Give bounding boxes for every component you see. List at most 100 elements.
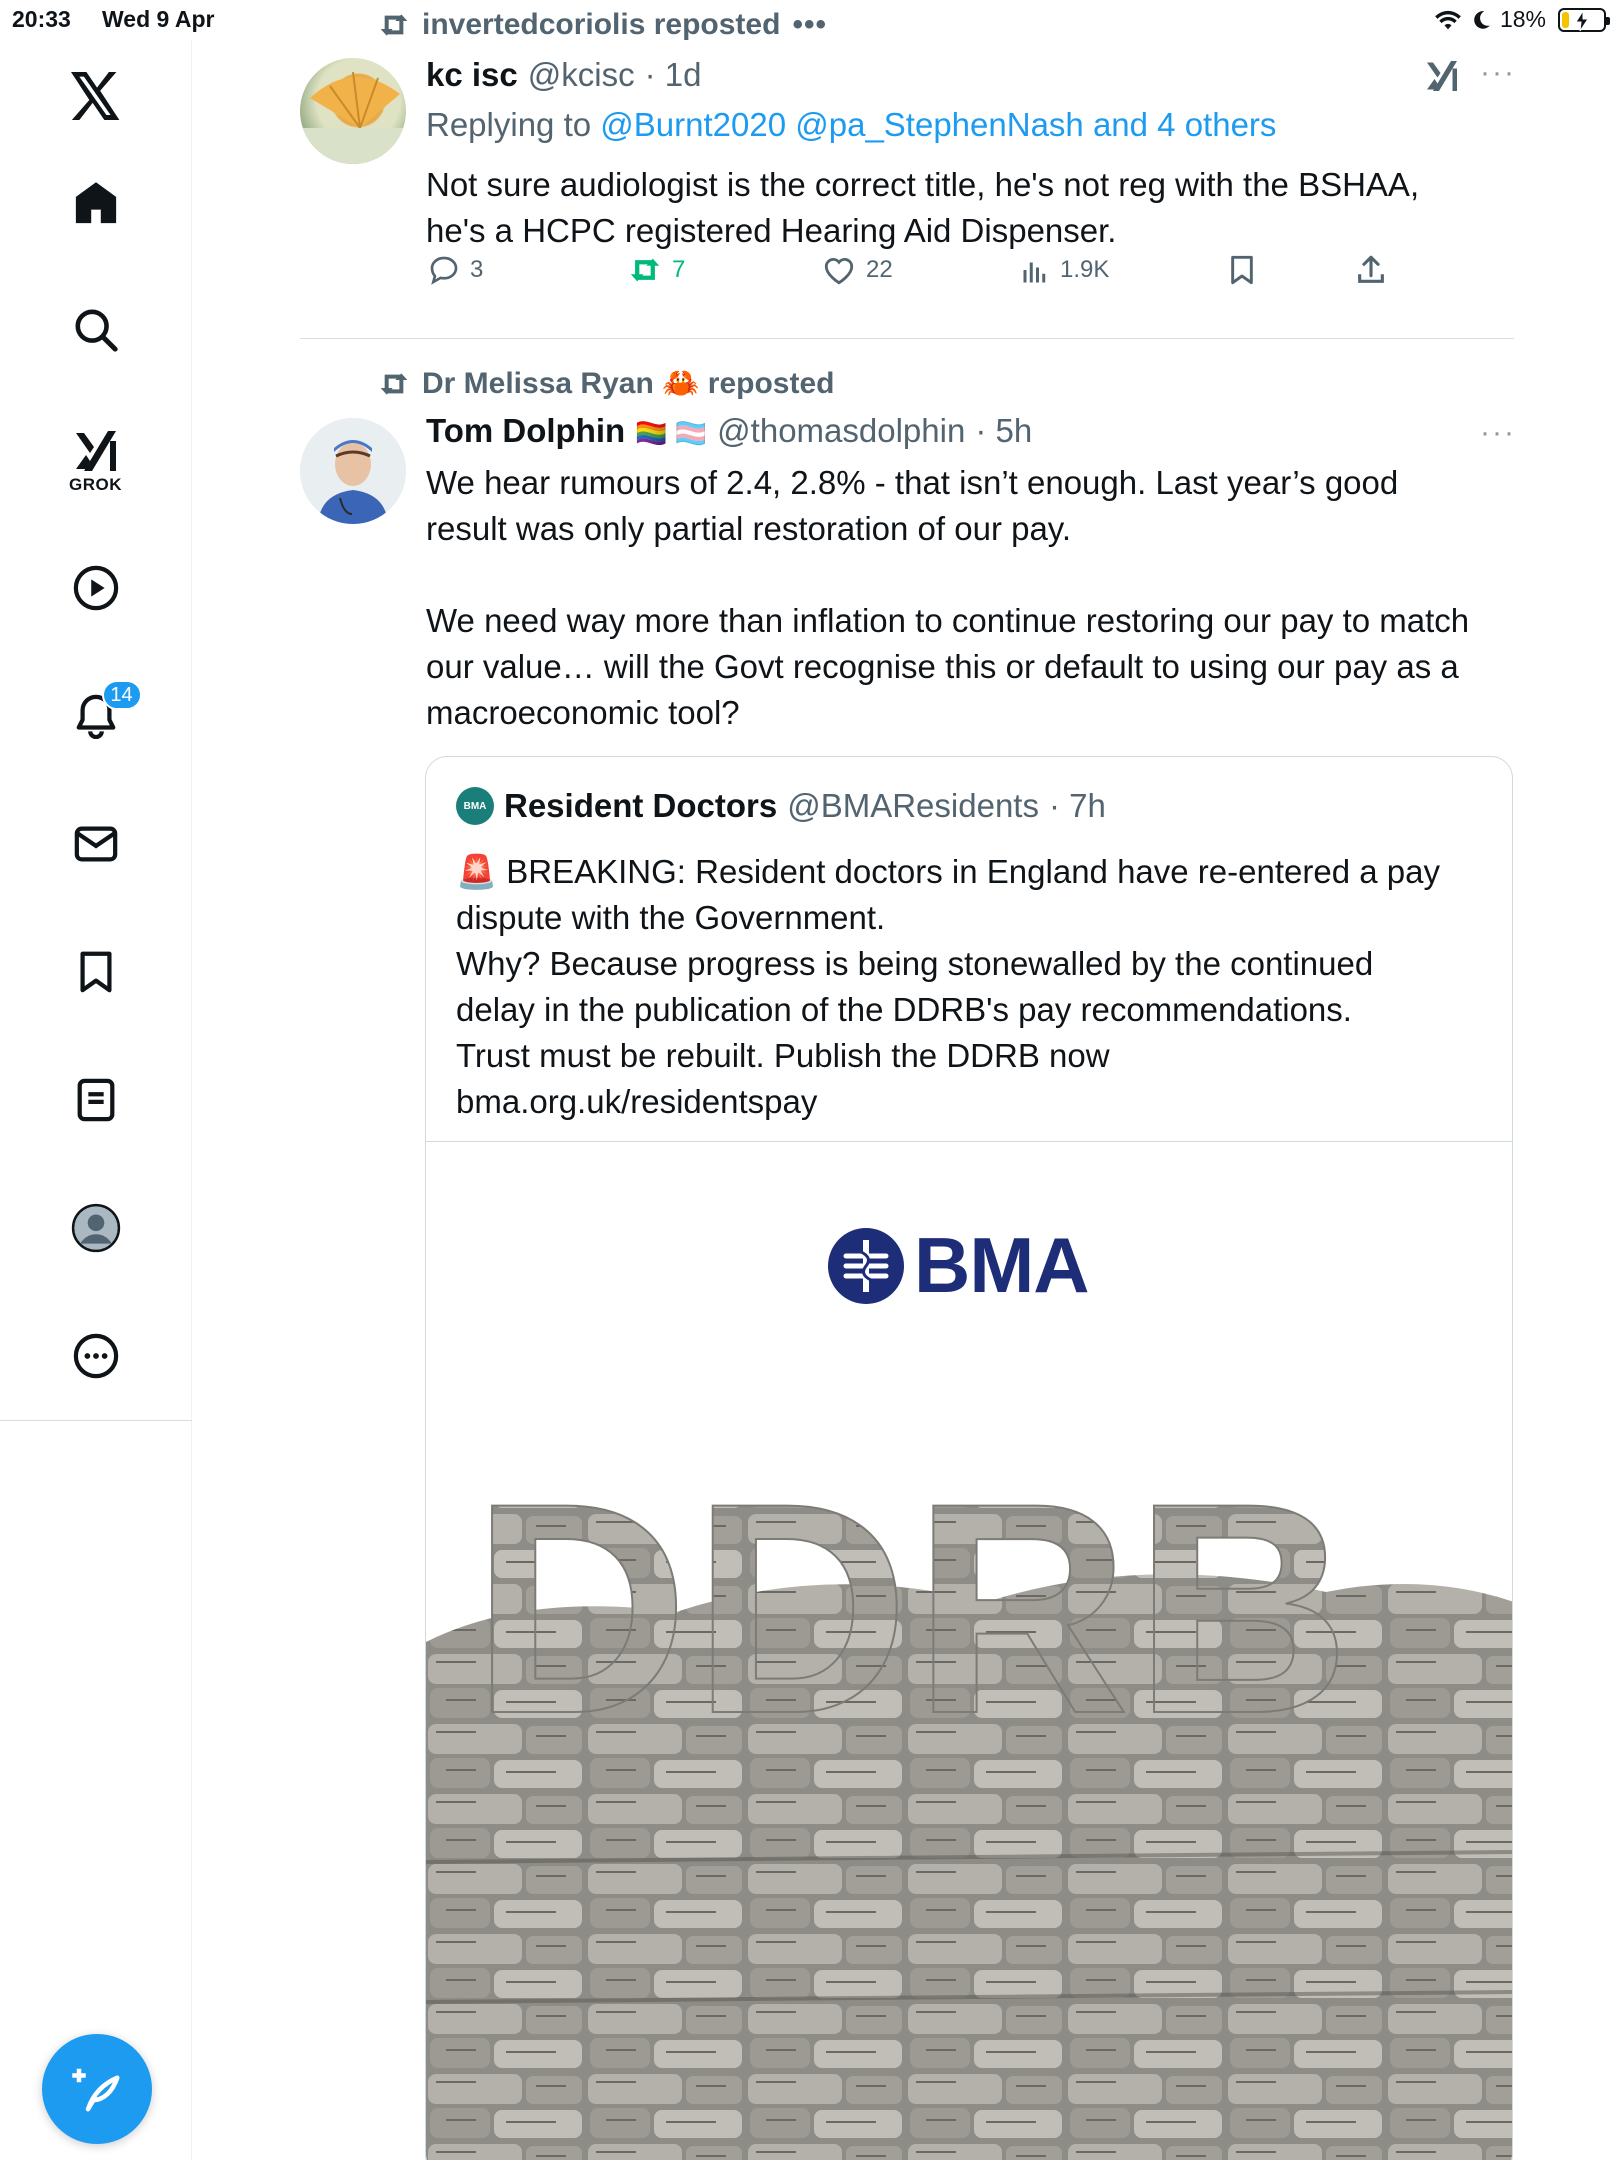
search-icon [74,309,118,352]
bookmark-icon [1231,255,1253,285]
repost-more-dots: ••• [792,8,827,41]
status-time: 20:33 [12,6,71,32]
avatar[interactable] [300,58,406,164]
repost-indicator: invertedcoriolis reposted ••• [378,8,827,42]
compose-button[interactable] [42,2034,152,2144]
sidebar-item-explore[interactable] [56,290,136,370]
quoted-text-line: Why? Because progress is being stonewall… [456,945,1374,982]
reply-count: 3 [470,256,484,283]
sidebar-item-grok[interactable]: GROK [56,422,136,502]
tweet-header: kc isc @kcisc · 1d [426,56,701,94]
repost-by-text[interactable]: invertedcoriolis reposted [422,8,780,42]
profile-icon [71,1203,120,1253]
reply-mentions[interactable]: @Burnt2020 @pa_StephenNash and 4 others [600,106,1276,143]
more-options-button[interactable]: ··· [1480,56,1516,90]
tweet-text: Not sure audiologist is the correct titl… [426,162,1506,254]
repost-icon [380,14,408,36]
quoted-text-line: delay in the publication of the DDRB's p… [456,991,1352,1028]
like-button[interactable]: 22 [822,254,893,286]
grok-label: GROK [69,475,122,494]
quoted-tweet-text: 🚨 BREAKING: Resident doctors in England … [456,849,1486,1125]
timestamp[interactable]: · 1d [645,56,702,94]
tweet-text: We hear rumours of 2.4, 2.8% - that isn’… [426,460,1516,736]
bma-emblem-icon [828,1227,904,1304]
reply-prefix: Replying to [426,106,592,143]
sidebar-divider [0,1420,192,1421]
avatar[interactable] [300,418,406,524]
repost-icon [630,258,660,282]
quoted-text-line: Trust must be rebuilt. Publish the DDRB … [456,1037,1110,1074]
repost-button[interactable]: 7 [628,255,685,285]
tweet-text-line: Not sure audiologist is the correct titl… [426,166,1420,203]
timestamp[interactable]: · 5h [975,412,1032,450]
bookmark-icon [79,951,112,993]
timeline: invertedcoriolis reposted ••• kc isc @kc… [192,0,1620,2160]
tweet-text-line: We need way more than inflation to conti… [426,602,1470,639]
tweet-divider [300,338,1514,339]
sidebar-item-lists[interactable] [56,1060,136,1140]
tweet-text-line: macroeconomic tool? [426,694,740,731]
name-flags: 🏳️‍🌈 🏳️‍⚧️ [635,418,708,448]
grok-tweet-button[interactable] [1424,58,1460,99]
mail-icon [74,826,117,862]
tweet-text-blank-line [426,552,1516,598]
views-chart-icon [1023,262,1046,283]
handle[interactable]: @kcisc [528,56,635,94]
sidebar-item-x-logo[interactable] [56,56,136,136]
repost-indicator: Dr Melissa Ryan 🦀 reposted [378,366,835,401]
quoted-text-line[interactable]: bma.org.uk/residentspay [456,1079,1486,1125]
bma-logo: BMA [826,1220,1090,1311]
display-name[interactable]: kc isc [426,56,518,94]
sidebar-item-more[interactable] [56,1316,136,1396]
sidebar-item-bookmarks[interactable] [56,932,136,1012]
display-name[interactable]: Tom Dolphin [426,412,625,450]
bookmark-button[interactable] [1226,253,1258,287]
sidebar-item-messages[interactable] [56,804,136,884]
handle[interactable]: @thomasdolphin [717,412,965,450]
repost-count: 7 [672,256,686,283]
compose-feather-icon [72,2068,120,2112]
quoted-text-line: dispute with the Government. [456,899,886,936]
quoted-timestamp[interactable]: · 7h [1049,787,1106,825]
repost-icon [380,372,408,395]
tweet-text-line: our value… will the Govt recognise this … [426,648,1459,685]
view-count: 1.9K [1060,256,1110,283]
reply-icon [430,256,458,285]
quoted-text-line: 🚨 BREAKING: Resident doctors in England … [456,853,1440,890]
tweet-text-line: result was only partial restoration of o… [426,510,1072,547]
sidebar-item-home[interactable] [56,162,136,242]
tweet-text-line: We hear rumours of 2.4, 2.8% - that isn’… [426,464,1399,501]
quoted-avatar[interactable]: BMA [456,787,494,825]
list-icon [77,1078,114,1122]
share-icon [1358,255,1384,283]
reply-button[interactable]: 3 [428,254,483,286]
umbrella-avatar-art [300,71,406,164]
bma-logo-text: BMA [914,1221,1090,1309]
ddrb-stone-wall-art: DDRB [426,1442,1512,2160]
tweet-text-line: he's a HCPC registered Hearing Aid Dispe… [426,212,1117,249]
share-button[interactable] [1354,253,1388,287]
quoted-handle[interactable]: @BMAResidents [787,787,1039,825]
sidebar-nav: GROK 14 [0,40,192,2160]
ddrb-headline: DDRB [472,1442,1355,1776]
quoted-tweet-header: BMA Resident Doctors @BMAResidents · 7h [456,787,1106,825]
home-icon [75,182,116,224]
sidebar-item-profile[interactable] [56,1188,136,1268]
grok-icon [1427,61,1457,91]
sidebar-item-notifications[interactable]: 14 [56,676,142,756]
sidebar-item-video[interactable] [56,548,136,628]
more-options-button[interactable]: ··· [1480,416,1516,450]
repost-by-text[interactable]: Dr Melissa Ryan 🦀 reposted [422,366,835,401]
quoted-display-name[interactable]: Resident Doctors [504,787,777,825]
notification-badge: 14 [101,680,142,710]
quoted-media-image[interactable]: BMA DDRB [426,1141,1512,2160]
doctor-avatar-art [300,418,406,524]
x-logo-icon [70,72,119,120]
more-icon [73,1333,118,1379]
quoted-tweet[interactable]: BMA Resident Doctors @BMAResidents · 7h … [425,756,1513,2160]
like-count: 22 [866,256,893,283]
play-icon [73,565,118,611]
tweet-header: Tom Dolphin 🏳️‍🌈 🏳️‍⚧️ @thomasdolphin · … [426,412,1032,450]
views-button[interactable]: 1.9K [1020,255,1109,285]
replying-to: Replying to @Burnt2020 @pa_StephenNash a… [426,106,1276,144]
